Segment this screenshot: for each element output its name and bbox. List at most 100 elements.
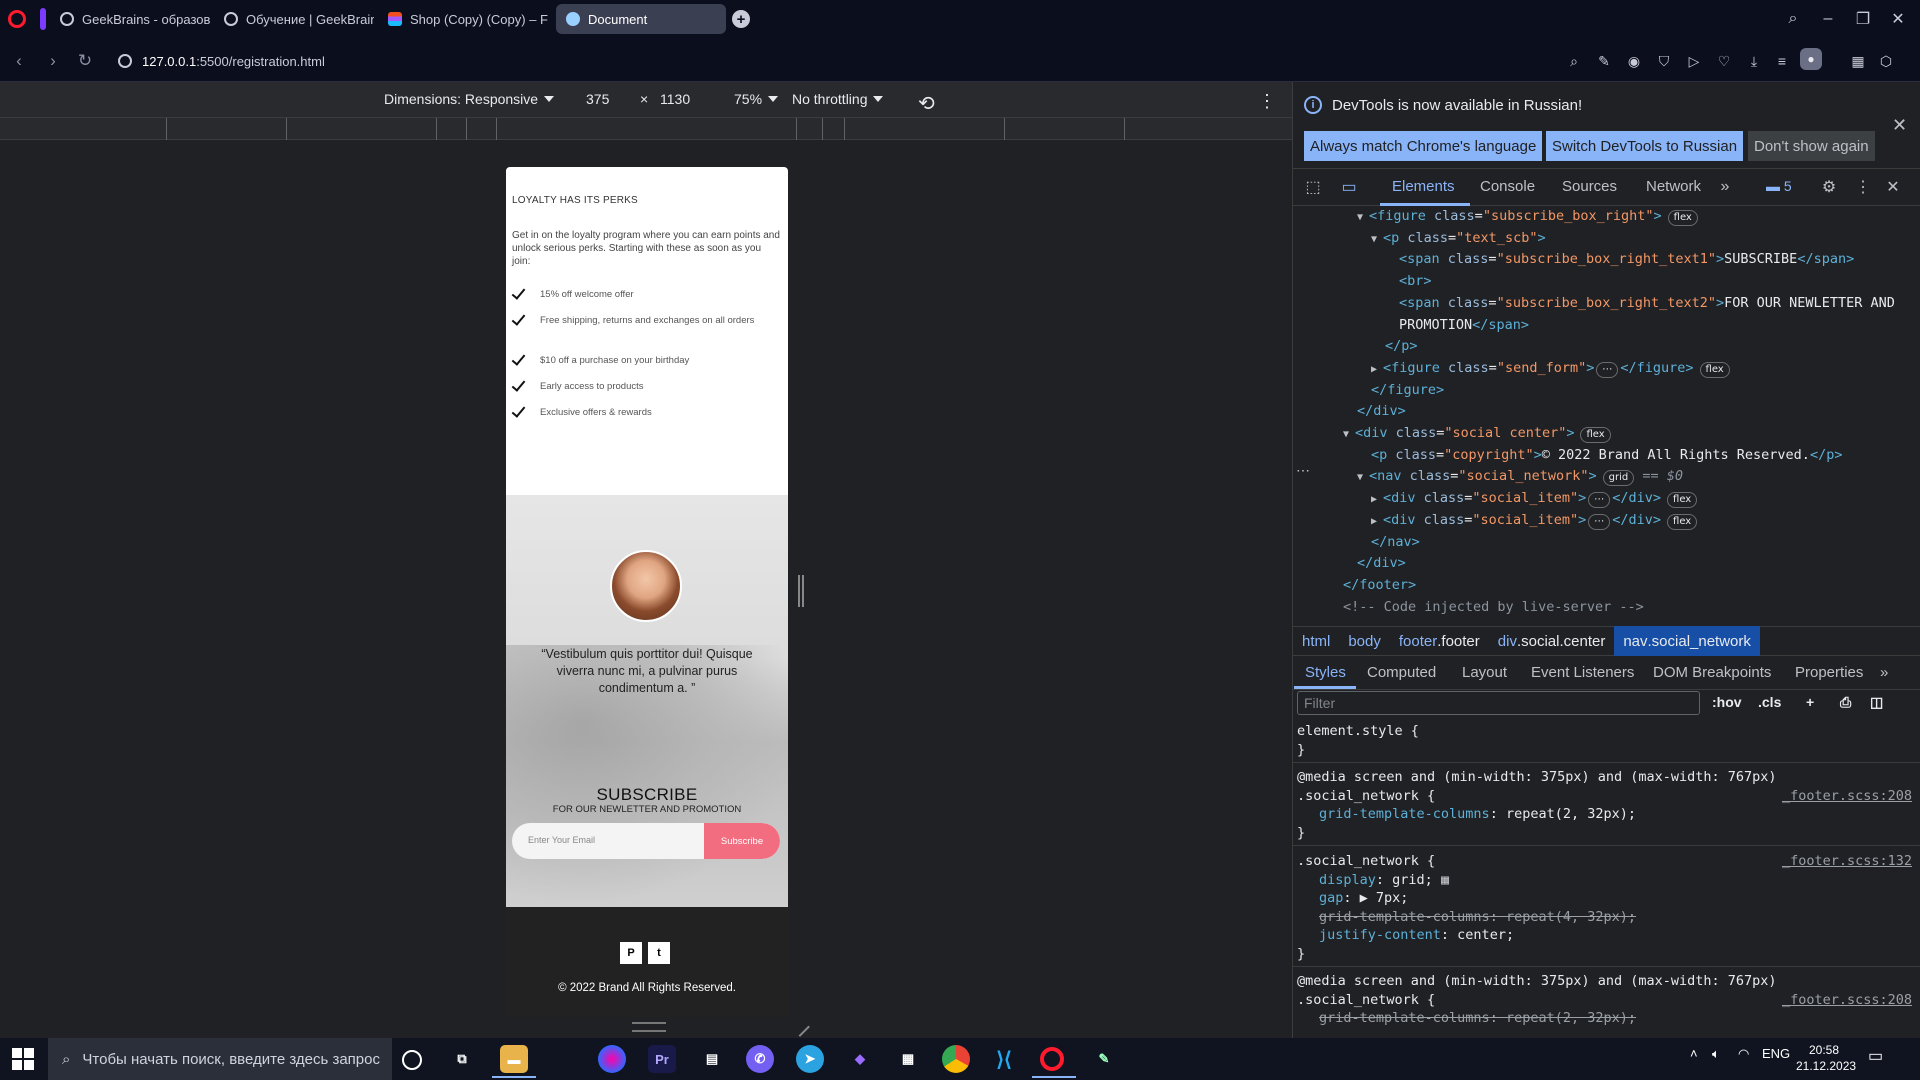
dom-node[interactable]: ▼ <p class="text_scb"> — [1371, 228, 1546, 251]
flex-badge[interactable]: flex — [1667, 492, 1698, 509]
dont-show-button[interactable]: Don't show again — [1748, 131, 1875, 161]
dom-node[interactable]: <p class="copyright">© 2022 Brand All Ri… — [1371, 445, 1842, 467]
source-link[interactable]: _footer.scss:208 — [1782, 787, 1912, 806]
crumb-html[interactable]: html — [1293, 626, 1339, 656]
cortana-icon[interactable] — [402, 1050, 422, 1070]
height-input[interactable]: 1130 — [660, 91, 690, 107]
tab-properties[interactable]: Properties — [1795, 664, 1863, 681]
volume-icon[interactable]: 🔈︎ — [1712, 1046, 1720, 1062]
style-declaration[interactable]: grid-template-columns: repeat(2, 32px); — [1319, 805, 1636, 824]
tab-dom-breakpoints[interactable]: DOM Breakpoints — [1653, 664, 1771, 681]
restore-icon[interactable]: ❐ — [1850, 6, 1876, 32]
flex-badge[interactable]: flex — [1580, 427, 1611, 443]
forward-icon[interactable]: › — [42, 50, 64, 72]
dom-node[interactable]: <br> — [1399, 271, 1432, 293]
ellipsis-icon[interactable]: ⋯ — [1296, 462, 1310, 479]
camera-icon[interactable]: ◉ — [1624, 51, 1644, 71]
style-declaration-overridden[interactable]: grid-template-columns: repeat(2, 32px); — [1319, 1009, 1636, 1028]
crumb-footer[interactable]: footer .footer — [1390, 626, 1489, 656]
dom-node[interactable]: </figure> — [1371, 380, 1444, 402]
source-link[interactable]: _footer.scss:132 — [1782, 852, 1912, 871]
edit-icon[interactable]: ✎ — [1594, 51, 1614, 71]
tab-geekbrains-2[interactable]: Обучение | GeekBrains - — [214, 4, 374, 34]
chrome-icon[interactable] — [942, 1045, 970, 1073]
crumb-div[interactable]: div .social.center — [1489, 626, 1615, 656]
settings-gear-icon[interactable]: ⚙ — [1818, 176, 1840, 198]
wifi-icon[interactable]: ◠ — [1738, 1046, 1749, 1062]
close-notice-icon[interactable]: ✕ — [1892, 116, 1908, 134]
opera-taskbar-icon[interactable] — [1040, 1047, 1064, 1071]
viber-icon[interactable]: ✆ — [746, 1045, 774, 1073]
flex-badge[interactable]: flex — [1667, 513, 1698, 530]
dom-node-selected[interactable]: ▼ <nav class="social_network"> grid == $0 — [1357, 466, 1683, 489]
style-declaration[interactable]: display: grid; ▦ — [1319, 871, 1449, 890]
dom-node[interactable]: ▼ <div class="social center"> flex — [1343, 423, 1611, 446]
rotate-icon[interactable]: ⟲ — [918, 91, 935, 116]
shield-icon[interactable]: ⛉ — [1654, 51, 1674, 71]
resize-handle-bottom[interactable] — [632, 1022, 666, 1032]
tab-event-listeners[interactable]: Event Listeners — [1531, 664, 1634, 681]
hov-toggle[interactable]: :hov — [1712, 694, 1742, 710]
tab-elements[interactable]: Elements — [1392, 178, 1455, 195]
vscode-icon[interactable]: ⟩⟨ — [990, 1045, 1018, 1073]
style-selector[interactable]: .social_network { — [1297, 991, 1435, 1010]
file-explorer-icon[interactable]: ▬ — [500, 1045, 528, 1073]
flex-badge[interactable]: flex — [1699, 361, 1730, 378]
dom-node[interactable]: ▼ <figure class="subscribe_box_right"> fle… — [1357, 206, 1698, 229]
lens-icon[interactable]: ⌕ — [1564, 51, 1584, 71]
profile-icon[interactable]: ● — [1800, 48, 1822, 70]
tab-figma[interactable]: Shop (Copy) (Copy) – Fig — [378, 4, 548, 34]
crumb-body[interactable]: body — [1339, 626, 1390, 656]
zoom-dropdown[interactable]: 75% — [734, 91, 779, 107]
style-declaration-overridden[interactable]: grid-template-columns: repeat(4, 32px); — [1319, 908, 1636, 927]
width-input[interactable]: 375 — [586, 91, 609, 107]
tab-network[interactable]: Network — [1646, 178, 1701, 195]
more-options-icon[interactable]: ⋮ — [1258, 91, 1276, 112]
dom-node[interactable]: </p> — [1385, 336, 1418, 358]
new-tab-icon[interactable]: + — [732, 10, 750, 28]
style-selector[interactable]: element.style { — [1297, 722, 1419, 741]
menu-icon[interactable]: ≡ — [1772, 51, 1792, 71]
minimize-icon[interactable]: – — [1815, 6, 1841, 32]
cube-icon[interactable]: ⬡ — [1876, 51, 1896, 71]
tab-console[interactable]: Console — [1480, 178, 1535, 195]
more-tabs-icon[interactable]: » — [1714, 176, 1736, 198]
dom-node[interactable]: </footer> — [1343, 575, 1416, 597]
tab-document[interactable]: Document — [556, 4, 726, 34]
tab-styles[interactable]: Styles — [1305, 664, 1346, 681]
grid-badge[interactable]: grid — [1602, 470, 1635, 487]
sidebar-toggle-icon[interactable]: ◫ — [1870, 694, 1883, 711]
calculator-icon[interactable]: ▦ — [894, 1045, 922, 1073]
device-toggle-icon[interactable]: ▭ — [1338, 176, 1360, 198]
paint-icon[interactable]: ✎ — [1090, 1045, 1118, 1073]
dimensions-dropdown[interactable]: Dimensions: Responsive — [384, 91, 555, 107]
dom-node[interactable]: </div> — [1357, 553, 1406, 575]
throttling-dropdown[interactable]: No throttling — [792, 91, 884, 107]
film-editor-icon[interactable]: ▤ — [698, 1045, 726, 1073]
close-devtools-icon[interactable]: ✕ — [1882, 176, 1904, 198]
match-language-button[interactable]: Always match Chrome's language — [1304, 131, 1543, 161]
extension-icon[interactable]: ▦ — [1848, 51, 1868, 71]
app-icon[interactable] — [598, 1045, 626, 1073]
source-link[interactable]: _footer.scss:208 — [1782, 991, 1912, 1010]
style-declaration[interactable]: justify-content: center; — [1319, 926, 1514, 945]
dom-node[interactable]: ▶ <div class="social_item"> ⋯ </div> flex — [1371, 488, 1698, 511]
tab-geekbrains-1[interactable]: GeekBrains - образовате — [50, 4, 210, 34]
heart-icon[interactable]: ♡ — [1714, 51, 1734, 71]
back-icon[interactable]: ‹ — [8, 50, 30, 72]
messages-badge[interactable]: ▬ 5 — [1766, 178, 1792, 194]
dom-node[interactable]: ▶ <div class="social_item"> ⋯ </div> flex — [1371, 510, 1698, 533]
url-field[interactable]: 127.0.0.1:5500/registration.html — [118, 50, 325, 72]
visual-studio-icon[interactable]: ◆ — [846, 1045, 874, 1073]
dom-node[interactable]: <span class="subscribe_box_right_text2">… — [1399, 293, 1895, 315]
dom-node[interactable]: </nav> — [1371, 532, 1420, 554]
new-rule-icon[interactable]: + — [1806, 694, 1814, 710]
opera-logo-icon[interactable] — [8, 10, 26, 28]
twitter-icon[interactable]: t — [648, 942, 670, 964]
play-icon[interactable]: ▷ — [1684, 51, 1704, 71]
computed-styles-icon[interactable]: ⎙ — [1840, 694, 1851, 711]
crumb-nav[interactable]: nav .social_network — [1614, 626, 1760, 656]
language-indicator[interactable]: ENG — [1762, 1046, 1790, 1061]
inspect-element-icon[interactable]: ⬚ — [1302, 176, 1324, 198]
more-style-tabs-icon[interactable]: » — [1880, 664, 1888, 681]
